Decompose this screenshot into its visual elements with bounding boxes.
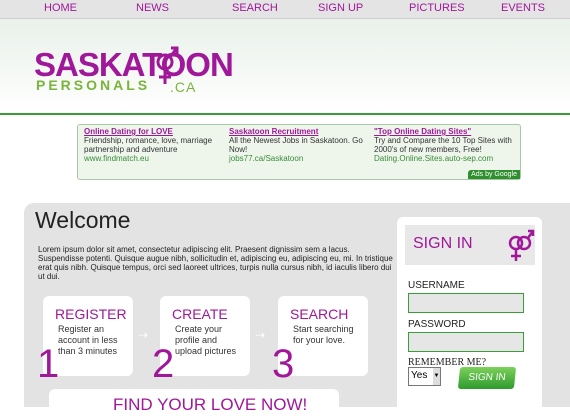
nav-pictures[interactable]: PICTURES: [409, 2, 465, 14]
nav-news[interactable]: NEWS: [136, 2, 169, 14]
step-number: 2: [152, 342, 175, 386]
nav-events[interactable]: EVENTS: [501, 2, 545, 14]
ad-desc: Try and Compare the 10 Top Sites with 20…: [374, 136, 512, 154]
password-input[interactable]: [408, 332, 524, 352]
step-heading: REGISTER: [55, 306, 127, 322]
step-heading: SEARCH: [290, 306, 349, 322]
ad-item[interactable]: "Top Online Dating Sites" Try and Compar…: [374, 127, 514, 163]
ad-item[interactable]: Online Dating for LOVE Friendship, roman…: [84, 127, 224, 163]
ads-banner: Online Dating for LOVE Friendship, roman…: [77, 124, 521, 180]
signin-panel: SIGN IN USERNAME PASSWORD REMEMBER ME? Y…: [397, 217, 542, 407]
arrow-icon: ⇢: [255, 328, 266, 342]
page-title: Welcome: [35, 207, 131, 233]
step-heading: CREATE: [172, 306, 228, 322]
gender-symbol-icon: [508, 229, 535, 261]
step-text: Start searching for your love.: [293, 324, 354, 345]
step-text: Create your profile and upload pictures: [175, 324, 237, 356]
nav-home[interactable]: HOME: [44, 2, 77, 14]
ad-title[interactable]: "Top Online Dating Sites": [374, 127, 514, 136]
ad-url[interactable]: www.findmatch.eu: [84, 154, 224, 163]
logo-subtext: PERSONALS: [36, 77, 151, 93]
step-number: 1: [37, 342, 60, 386]
ad-desc: All the Newest Jobs in Saskatoon. Go Now…: [229, 136, 363, 154]
remember-value: Yes: [411, 370, 428, 381]
signin-button[interactable]: SIGN IN: [457, 367, 517, 389]
arrow-icon: ⇢: [138, 328, 149, 342]
chevron-down-icon: ▼: [433, 368, 440, 385]
step-register[interactable]: REGISTER Register an account in less tha…: [37, 296, 133, 384]
ad-title[interactable]: Online Dating for LOVE: [84, 127, 224, 136]
username-label: USERNAME: [408, 280, 465, 291]
ads-by-google-badge[interactable]: Ads by Google: [468, 170, 520, 179]
remember-select[interactable]: Yes ▼: [408, 367, 441, 386]
username-input[interactable]: [408, 293, 524, 313]
signin-title: SIGN IN: [413, 235, 473, 252]
signin-header: SIGN IN: [405, 225, 535, 265]
step-number: 3: [272, 342, 295, 386]
step-create[interactable]: CREATE Create your profile and upload pi…: [152, 296, 250, 384]
top-nav: HOME NEWS SEARCH SIGN UP PICTURES EVENTS: [0, 0, 570, 19]
step-search[interactable]: SEARCH Start searching for your love. 3: [272, 296, 368, 384]
password-label: PASSWORD: [408, 319, 466, 330]
find-love-banner[interactable]: FIND YOUR LOVE NOW!: [49, 389, 339, 419]
step-text: Register an account in less than 3 minut…: [58, 324, 118, 356]
logo-text: SASKATOON: [34, 46, 234, 83]
ad-title[interactable]: Saskatoon Recruitment: [229, 127, 369, 136]
ad-url[interactable]: Dating.Online.Sites.auto-sep.com: [374, 154, 514, 163]
intro-text: Lorem ipsum dolor sit amet, consectetur …: [38, 245, 393, 281]
nav-search[interactable]: SEARCH: [232, 2, 278, 14]
gender-symbol-icon: [156, 46, 179, 84]
ad-item[interactable]: Saskatoon Recruitment All the Newest Job…: [229, 127, 369, 163]
find-love-text: FIND YOUR LOVE NOW!: [113, 395, 308, 414]
ad-url[interactable]: jobs77.ca/Saskatoon: [229, 154, 369, 163]
nav-sign-up[interactable]: SIGN UP: [318, 2, 363, 14]
ad-desc: Friendship, romance, love, marriage part…: [84, 136, 213, 154]
